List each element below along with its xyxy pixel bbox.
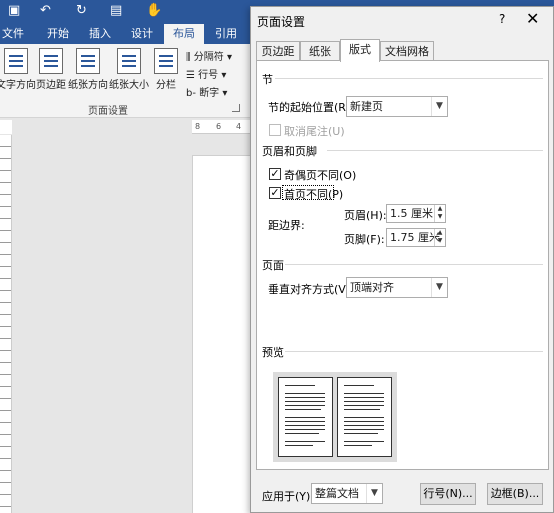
orientation-button[interactable]: 纸张方向 [68,48,108,91]
tab-home[interactable]: 开始 [38,24,78,44]
breaks-icon: ⫼ [186,52,194,63]
tab-document-grid[interactable]: 文档网格 [380,41,434,61]
suppress-endnotes-label: 取消尾注(U) [284,125,345,138]
tab-design[interactable]: 设计 [122,24,162,44]
ruler-number: 8 [195,122,201,131]
margins-button[interactable]: 页边距 [34,48,68,91]
preview-divider [285,351,543,352]
page-divider [285,264,543,265]
vertical-ruler[interactable] [0,135,12,513]
tab-layout[interactable]: 布局 [164,24,204,44]
header-footer-heading: 页眉和页脚 [262,145,317,158]
orientation-icon [76,48,100,74]
header-distance-value: 1.5 厘米 [390,207,433,220]
print-preview-icon[interactable]: ▤ [110,3,122,19]
undo-icon[interactable]: ↶ [40,3,51,19]
section-heading: 节 [262,73,273,86]
help-button[interactable]: ? [499,12,505,26]
save-icon[interactable]: ▣ [8,3,20,19]
section-start-label: 节的起始位置(R): [268,101,354,114]
section-start-value: 新建页 [350,100,383,113]
redo-icon[interactable]: ↻ [76,3,87,19]
vertical-alignment-value: 顶端对齐 [350,281,394,294]
hyphenation-button[interactable]: b- 断字 ▾ [186,84,227,99]
vertical-alignment-select[interactable]: 顶端对齐 ▼ [346,277,448,298]
line-numbers-button[interactable]: 行号(N)... [420,483,476,505]
first-page-label: 首页不同(P) [284,188,344,201]
columns-label: 分栏 [156,80,176,91]
spin-up-icon[interactable]: ▲ [435,205,445,213]
preview-heading: 预览 [262,346,284,359]
apply-to-select[interactable]: 整篇文档 ▼ [311,483,383,504]
text-direction-label: 文字方向 [0,80,36,91]
spin-down-icon[interactable]: ▼ [435,213,445,221]
footer-distance-value: 1.75 厘米 [390,231,440,244]
preview-page-left [278,377,333,457]
ruler-corner [0,120,12,134]
header-distance-spinner[interactable]: 1.5 厘米 ▲ ▼ [386,204,446,223]
margins-label: 页边距 [36,80,66,91]
chevron-down-icon: ▼ [431,278,447,297]
preview-area [273,372,397,462]
page-heading: 页面 [262,259,284,272]
page-setup-group-label: 页面设置 [88,106,128,117]
chevron-down-icon: ▼ [366,484,382,503]
odd-even-checkbox[interactable]: ✓ [269,168,281,180]
hyphenation-icon: b- [186,88,200,99]
text-direction-icon [4,48,28,74]
tab-insert[interactable]: 插入 [80,24,120,44]
from-edge-label: 距边界: [268,219,305,232]
ruler-number: 6 [216,122,222,131]
close-icon[interactable]: ✕ [526,9,539,28]
dialog-title: 页面设置 [257,15,306,29]
line-numbers-label: 行号 [198,70,219,81]
section-divider [275,78,543,79]
page-setup-dialog: 页面设置 ? ✕ 页边距 纸张 版式 文档网格 节 节的起始位置(R): 新建页… [250,6,554,513]
apply-to-label: 应用于(Y): [262,490,315,503]
horizontal-ruler[interactable]: 8 6 4 [192,120,250,134]
tab-paper[interactable]: 纸张 [300,41,340,61]
tab-file[interactable]: 文件 [0,24,26,44]
footer-distance-label: 页脚(F): [344,233,385,246]
ruler-number: 4 [236,122,242,131]
paper-size-label: 纸张大小 [109,80,149,91]
paper-size-icon [117,48,141,74]
paper-size-button[interactable]: 纸张大小 [108,48,150,91]
line-numbers-icon: ☰ [186,70,199,81]
columns-icon [154,48,178,74]
suppress-endnotes-checkbox[interactable] [269,124,281,136]
dialog-launcher-icon[interactable] [232,104,240,112]
preview-page-right [337,377,392,457]
orientation-label: 纸张方向 [68,80,108,91]
first-page-checkbox[interactable]: ✓ [269,187,281,199]
breaks-button[interactable]: ⫼ 分隔符 ▾ [186,48,232,63]
tab-references[interactable]: 引用 [206,24,246,44]
margins-icon [39,48,63,74]
section-start-select[interactable]: 新建页 ▼ [346,96,448,117]
chevron-down-icon: ▼ [431,97,447,116]
document-background [12,135,192,513]
line-numbers-ribbon-button[interactable]: ☰ 行号 ▾ [186,66,226,81]
touch-mode-icon[interactable]: ✋ [146,3,162,19]
spin-up-icon[interactable]: ▲ [435,229,445,237]
hyphenation-label: 断字 [199,88,220,99]
apply-to-value: 整篇文档 [315,487,359,500]
spin-down-icon[interactable]: ▼ [435,237,445,245]
header-footer-divider [327,150,543,151]
header-distance-label: 页眉(H): [344,209,387,222]
borders-button[interactable]: 边框(B)... [487,483,543,505]
text-direction-button[interactable]: 文字方向 [0,48,38,91]
tab-margins[interactable]: 页边距 [256,41,300,61]
breaks-label: 分隔符 [193,52,224,63]
odd-even-label: 奇偶页不同(O) [284,169,357,182]
layout-panel: 节 节的起始位置(R): 新建页 ▼ 取消尾注(U) 页眉和页脚 ✓ 奇偶页不同… [256,60,549,470]
document-page[interactable] [192,155,252,513]
footer-distance-spinner[interactable]: 1.75 厘米 ▲ ▼ [386,228,446,247]
columns-button[interactable]: 分栏 [152,48,180,91]
vertical-alignment-label: 垂直对齐方式(V): [268,283,354,296]
tab-layout-dialog[interactable]: 版式 [340,39,380,62]
